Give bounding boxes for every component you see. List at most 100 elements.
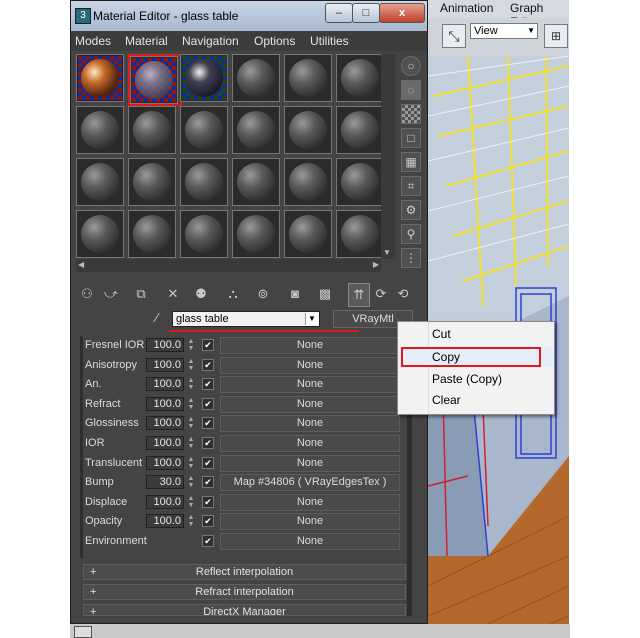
- map-enable-checkbox[interactable]: ✔: [202, 515, 214, 528]
- map-enable-checkbox[interactable]: ✔: [202, 456, 214, 469]
- sample-slot[interactable]: [128, 158, 176, 206]
- map-slot-button[interactable]: None: [220, 395, 400, 413]
- select-scale-icon[interactable]: ⤡: [442, 24, 466, 48]
- sample-slot[interactable]: [76, 54, 124, 102]
- options-icon[interactable]: ⚙: [401, 200, 421, 220]
- map-amount-input[interactable]: 100.0: [146, 455, 184, 470]
- get-material-icon[interactable]: ⚇: [77, 283, 97, 305]
- map-enable-checkbox[interactable]: ✔: [202, 358, 214, 371]
- spinner-icon[interactable]: ▲ ▼: [186, 338, 196, 352]
- map-enable-checkbox[interactable]: ✔: [202, 397, 214, 410]
- menu-utilities[interactable]: Utilities: [310, 34, 349, 48]
- material-name-field[interactable]: glass table ▼: [172, 311, 320, 327]
- sample-uv-icon[interactable]: □: [401, 128, 421, 148]
- backlight-icon[interactable]: ◌: [401, 80, 421, 100]
- spinner-icon[interactable]: ▲ ▼: [186, 456, 196, 470]
- sample-slot[interactable]: [232, 210, 280, 258]
- go-forward-sibling-icon[interactable]: ⟳: [371, 283, 391, 305]
- spinner-icon[interactable]: ▲ ▼: [186, 397, 196, 411]
- map-slot-button[interactable]: None: [220, 454, 400, 472]
- map-slot-button[interactable]: None: [220, 513, 400, 531]
- sample-slot[interactable]: [180, 158, 228, 206]
- map-enable-checkbox[interactable]: ✔: [202, 495, 214, 508]
- spinner-icon[interactable]: ▲ ▼: [186, 377, 196, 391]
- sample-slot[interactable]: [232, 158, 280, 206]
- spinner-icon[interactable]: ▲ ▼: [186, 416, 196, 430]
- spinner-icon[interactable]: ▲ ▼: [186, 475, 196, 489]
- map-slot-button[interactable]: None: [220, 533, 400, 550]
- minimize-button[interactable]: –: [325, 3, 353, 23]
- sample-slot[interactable]: [180, 54, 228, 102]
- map-enable-checkbox[interactable]: ✔: [202, 417, 214, 430]
- menu-modes[interactable]: Modes: [75, 34, 111, 48]
- spinner-icon[interactable]: ▲ ▼: [186, 358, 196, 372]
- put-to-scene-icon[interactable]: ⤻: [101, 283, 121, 305]
- go-back-icon[interactable]: ⟲: [393, 283, 413, 305]
- rollout-reflect-interpolation[interactable]: + Reflect interpolation: [83, 564, 406, 580]
- show-end-result-icon[interactable]: ▩: [315, 283, 335, 305]
- show-shaded-icon[interactable]: ◙: [285, 283, 305, 305]
- map-slot-button[interactable]: Map #34806 ( VRayEdgesTex ): [220, 474, 400, 492]
- view-dropdown[interactable]: View ▼: [470, 23, 538, 39]
- material-id-channel-icon[interactable]: ⊚: [253, 283, 273, 305]
- spinner-icon[interactable]: ▲ ▼: [186, 495, 196, 509]
- map-enable-checkbox[interactable]: ✔: [202, 339, 214, 351]
- sample-slot[interactable]: [336, 210, 384, 258]
- rollout-refract-interpolation[interactable]: + Refract interpolation: [83, 584, 406, 600]
- map-amount-input[interactable]: 100.0: [146, 514, 184, 529]
- map-amount-input[interactable]: 100.0: [146, 338, 184, 352]
- sample-slot[interactable]: [336, 54, 384, 102]
- sample-slot[interactable]: [284, 158, 332, 206]
- map-amount-input[interactable]: 100.0: [146, 357, 184, 372]
- sample-slot[interactable]: [284, 106, 332, 154]
- status-icon[interactable]: [74, 626, 92, 638]
- sample-slot[interactable]: [232, 54, 280, 102]
- close-button[interactable]: x: [379, 3, 425, 23]
- reset-map-icon[interactable]: ✕: [163, 283, 183, 305]
- scroll-right-icon[interactable]: ▶: [373, 260, 379, 269]
- sample-type-icon[interactable]: ○: [401, 56, 421, 76]
- menu-material[interactable]: Material: [125, 34, 168, 48]
- map-slot-button[interactable]: None: [220, 356, 400, 374]
- menu-item-cut[interactable]: Cut: [399, 324, 553, 344]
- sample-slot[interactable]: [128, 210, 176, 258]
- map-amount-input[interactable]: 100.0: [146, 494, 184, 509]
- select-by-material-icon[interactable]: ⚲: [401, 224, 421, 244]
- chevron-down-icon[interactable]: ▼: [305, 313, 318, 325]
- slots-vertical-scrollbar[interactable]: ▼: [381, 54, 395, 259]
- sample-slot[interactable]: [336, 158, 384, 206]
- menu-animation[interactable]: Animation: [440, 1, 493, 15]
- sample-slot[interactable]: [76, 106, 124, 154]
- menu-navigation[interactable]: Navigation: [182, 34, 239, 48]
- map-amount-input[interactable]: 100.0: [146, 377, 184, 392]
- sample-slot[interactable]: [284, 54, 332, 102]
- sample-slot[interactable]: [76, 210, 124, 258]
- go-to-parent-icon[interactable]: ⇈: [348, 283, 370, 307]
- menu-item-clear[interactable]: Clear: [399, 390, 553, 410]
- spinner-icon[interactable]: ▲ ▼: [186, 514, 196, 528]
- video-color-check-icon[interactable]: ▦: [401, 152, 421, 172]
- menu-options[interactable]: Options: [254, 34, 295, 48]
- maximize-button[interactable]: □: [352, 3, 380, 23]
- map-amount-input[interactable]: 100.0: [146, 436, 184, 450]
- menu-item-paste-copy[interactable]: Paste (Copy): [399, 369, 553, 389]
- map-slot-button[interactable]: None: [220, 493, 400, 511]
- map-amount-input[interactable]: 100.0: [146, 396, 184, 411]
- map-slot-button[interactable]: None: [220, 376, 400, 394]
- map-slot-button[interactable]: None: [220, 415, 400, 433]
- make-unique-icon[interactable]: ⚉: [191, 283, 211, 305]
- sample-slot[interactable]: [128, 106, 176, 154]
- map-slot-button[interactable]: None: [220, 337, 400, 354]
- map-slot-button[interactable]: None: [220, 435, 400, 452]
- sample-slot[interactable]: [336, 106, 384, 154]
- background-checker-icon[interactable]: [401, 104, 421, 124]
- sample-slot[interactable]: [180, 106, 228, 154]
- title-bar[interactable]: 3 Material Editor - glass table – □ x: [71, 1, 427, 31]
- spinner-icon[interactable]: ▲ ▼: [186, 436, 196, 450]
- put-to-library-icon[interactable]: ⛬: [223, 283, 243, 305]
- map-enable-checkbox[interactable]: ✔: [202, 535, 214, 547]
- map-amount-input[interactable]: 30.0: [146, 475, 184, 490]
- map-enable-checkbox[interactable]: ✔: [202, 476, 214, 489]
- pivot-icon[interactable]: ⊞: [544, 24, 568, 48]
- assign-to-selection-icon[interactable]: ⧉: [131, 283, 151, 305]
